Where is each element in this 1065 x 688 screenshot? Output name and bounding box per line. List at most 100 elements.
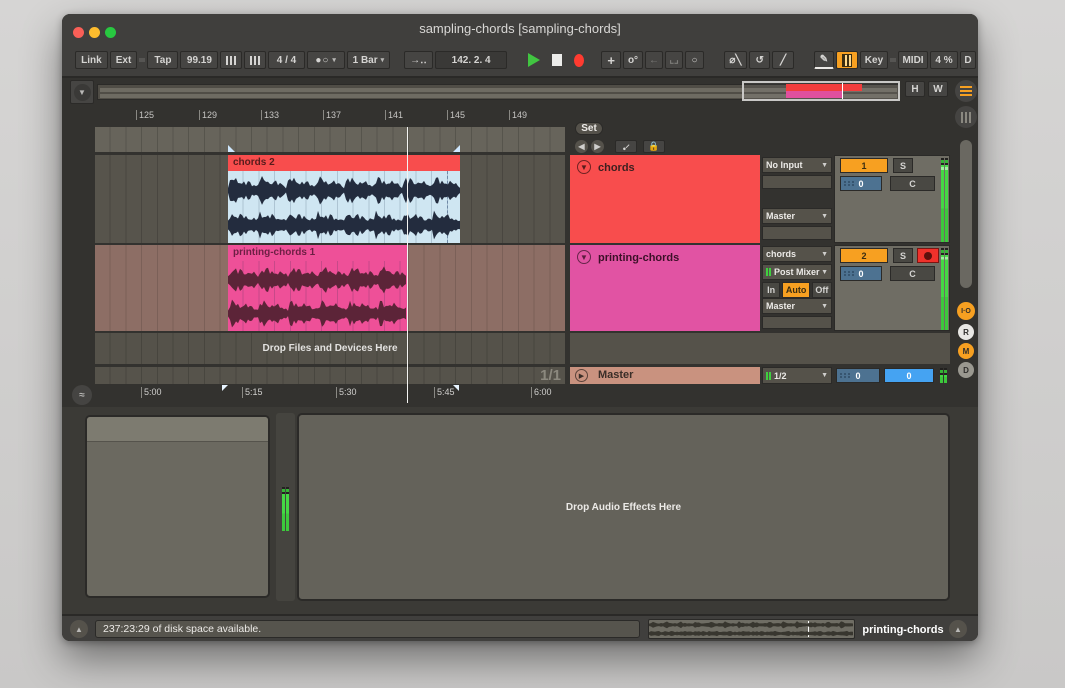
automation-mode-button[interactable]: •– — [615, 140, 637, 153]
tap-tempo-button[interactable]: Tap — [147, 51, 178, 69]
chords-volume-field[interactable]: 0 — [840, 176, 882, 191]
nudge-up-button[interactable] — [244, 51, 266, 69]
fold-track-button[interactable]: ▼ — [577, 250, 591, 264]
monitor-auto-button[interactable]: Auto — [782, 282, 809, 298]
show-returns-toggle[interactable]: R — [958, 324, 974, 340]
chords-output-channel-box[interactable] — [762, 226, 832, 240]
master-fold-button[interactable]: ▶ — [575, 369, 588, 382]
loop-end-ruler-marker[interactable] — [453, 385, 459, 391]
track-lane-chords[interactable]: chords 2 — [95, 155, 565, 243]
monitor-in-button[interactable]: In — [762, 282, 780, 298]
lock-envelopes-button[interactable]: 🔒 — [643, 140, 665, 153]
clip-view-panel[interactable] — [85, 415, 270, 598]
ext-sync-button[interactable]: Ext — [110, 51, 138, 69]
printing-arm-button[interactable] — [917, 248, 939, 263]
monitor-off-button[interactable]: Off — [812, 282, 832, 298]
midi-map-button[interactable]: MIDI — [898, 51, 928, 69]
drop-files-lane[interactable]: Drop Files and Devices Here — [95, 333, 565, 364]
metronome-menu-caret[interactable]: ▾ — [332, 56, 336, 64]
master-output-chooser[interactable]: 1/2▼ — [762, 367, 832, 384]
chords-solo-button[interactable]: S — [893, 158, 913, 173]
link-button[interactable]: Link — [75, 51, 108, 69]
selected-clip-tab[interactable]: printing-chords — [860, 616, 946, 641]
printing-output-channel-box[interactable] — [762, 316, 832, 329]
master-pan-field[interactable]: 0 — [836, 368, 880, 383]
follow-button[interactable]: →‥ — [404, 51, 433, 69]
show-mixer-toggle[interactable]: M — [958, 343, 974, 359]
printing-pan-field[interactable]: C — [890, 266, 935, 281]
chords-input-chooser[interactable]: No Input▼ — [762, 157, 832, 173]
printing-track-activator[interactable]: 2 — [840, 248, 888, 263]
fit-height-button[interactable]: H — [905, 81, 925, 97]
printing-volume-field[interactable]: 0 — [840, 266, 882, 281]
arrangement-position-field[interactable]: 142. 2. 4 — [435, 51, 508, 69]
punch-out-button[interactable]: ╱ — [772, 51, 794, 69]
next-locator-button[interactable]: ▶ — [591, 140, 604, 153]
clip-overview-mini[interactable] — [648, 619, 855, 639]
chords-input-channel-box[interactable] — [762, 175, 832, 189]
session-record-button[interactable]: ○ — [685, 51, 704, 69]
track-name[interactable]: Master — [598, 369, 633, 381]
clip-waveform-area[interactable] — [228, 171, 460, 243]
master-volume-field[interactable]: 0 — [884, 368, 934, 383]
play-button[interactable] — [523, 51, 545, 69]
clip-waveform-area[interactable] — [228, 261, 407, 331]
device-view-panel[interactable]: Drop Audio Effects Here — [297, 413, 950, 601]
printing-input-channel-chooser[interactable]: Post Mixer▼ — [762, 264, 832, 280]
show-info-view-toggle[interactable]: ▲ — [70, 620, 88, 638]
clip-title-bar[interactable]: printing-chords 1 — [228, 245, 407, 261]
automation-arm-button[interactable]: o° — [623, 51, 643, 69]
track-lane-printing-chords[interactable]: printing-chords 1 — [95, 245, 565, 331]
clip-printing-chords-1[interactable]: printing-chords 1 — [228, 245, 407, 331]
overview-viewport[interactable] — [742, 81, 900, 101]
clip-title-bar[interactable]: chords 2 — [228, 155, 460, 171]
fold-track-button[interactable]: ▼ — [577, 160, 591, 174]
quantize-menu[interactable]: 1 Bar▾ — [347, 51, 391, 69]
record-button[interactable] — [569, 51, 589, 69]
loop-start-marker[interactable] — [228, 145, 235, 152]
show-delay-toggle[interactable]: D — [958, 362, 974, 378]
time-ruler-corner-toggle[interactable]: ≈ — [72, 385, 92, 405]
track-header-chords[interactable]: ▼ chords — [570, 155, 760, 243]
printing-solo-button[interactable]: S — [893, 248, 913, 263]
track-header-master[interactable]: ▶ Master — [570, 367, 760, 384]
punch-in-button[interactable]: ⌀╲ — [724, 51, 747, 69]
draw-mode-button[interactable]: ✎ — [814, 51, 834, 69]
chords-output-chooser[interactable]: Master▼ — [762, 208, 832, 224]
re-enable-automation-button[interactable]: ⌞⌟ — [665, 51, 683, 69]
overdub-plus-button[interactable]: + — [601, 51, 621, 69]
key-map-button[interactable]: Key — [860, 51, 888, 69]
show-io-toggle[interactable]: I·O — [957, 302, 975, 320]
loop-start-ruler-marker[interactable] — [222, 385, 228, 391]
stop-button[interactable] — [547, 51, 567, 69]
time-signature-field[interactable]: 4 / 4 — [268, 51, 304, 69]
clip-chords-2[interactable]: chords 2 — [228, 155, 460, 243]
track-name[interactable]: chords — [598, 162, 635, 174]
fit-width-button[interactable]: W — [928, 81, 948, 97]
tempo-field[interactable]: 99.19 — [180, 51, 218, 69]
printing-output-chooser[interactable]: Master▼ — [762, 298, 832, 314]
computer-midi-keyboard-button[interactable] — [836, 51, 858, 69]
master-lane[interactable]: 1/1 — [95, 367, 565, 384]
vertical-scrollbar[interactable] — [960, 140, 972, 288]
loop-end-marker[interactable] — [453, 145, 460, 152]
beat-ruler[interactable]: 125 129 133 137 141 145 149 — [95, 110, 565, 127]
loop-button[interactable]: ↺ — [749, 51, 771, 69]
back-to-arrangement-button[interactable]: ← — [645, 51, 663, 69]
arrangement-view-selector[interactable] — [955, 80, 977, 102]
session-view-selector[interactable] — [955, 106, 977, 128]
back-to-arrangement-corner-button[interactable]: ▼ — [70, 80, 94, 104]
chords-track-activator[interactable]: 1 — [840, 158, 888, 173]
set-locator-button[interactable]: Set — [575, 122, 603, 135]
chords-pan-field[interactable]: C — [890, 176, 935, 191]
show-detail-view-toggle[interactable]: ▲ — [949, 620, 967, 638]
track-header-printing-chords[interactable]: ▼ printing-chords — [570, 245, 760, 331]
prev-locator-button[interactable]: ◀ — [575, 140, 588, 153]
printing-input-chooser[interactable]: chords▼ — [762, 246, 832, 262]
track-name[interactable]: printing-chords — [598, 252, 679, 264]
time-ruler[interactable]: 5:00 5:15 5:30 5:45 6:00 — [95, 385, 565, 403]
clip-view-header[interactable] — [87, 417, 268, 442]
nudge-down-button[interactable] — [220, 51, 242, 69]
scrub-area[interactable] — [95, 127, 565, 152]
metronome-button[interactable]: ●○▾ — [307, 51, 345, 69]
